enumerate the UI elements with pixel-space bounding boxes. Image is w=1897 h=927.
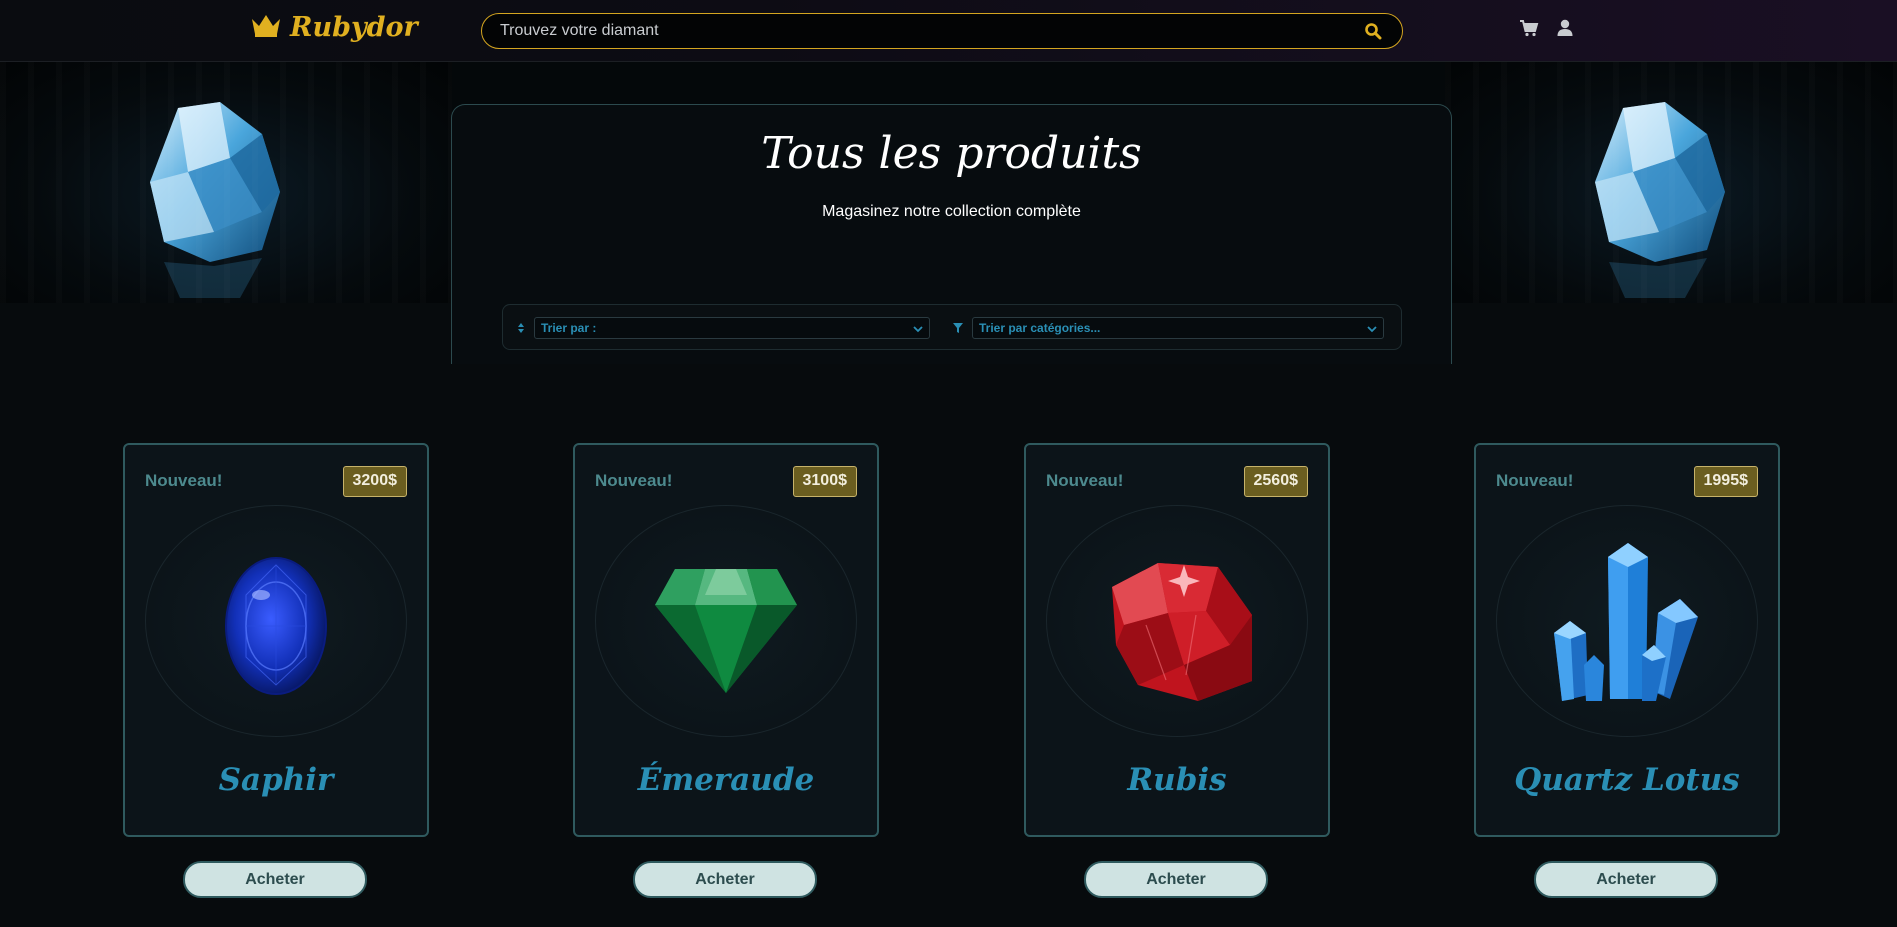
- buy-button[interactable]: Acheter: [633, 861, 817, 898]
- brand-name: Rubydor: [290, 12, 418, 43]
- category-select[interactable]: Trier par catégories...: [972, 317, 1384, 339]
- price-badge: 2560$: [1243, 466, 1308, 497]
- top-header: Rubydor: [0, 0, 1897, 62]
- sort-icon: [515, 321, 527, 333]
- new-badge: Nouveau!: [1496, 471, 1574, 490]
- new-badge: Nouveau!: [145, 471, 223, 490]
- new-badge: Nouveau!: [595, 471, 673, 490]
- quartz-crystal-icon: [1496, 505, 1758, 737]
- product-card[interactable]: Nouveau! 2560$ Rubis: [1024, 443, 1330, 837]
- price-badge: 1995$: [1693, 466, 1758, 497]
- chevron-down-icon: [1367, 323, 1377, 333]
- product-name: Émeraude: [637, 762, 815, 798]
- product-card[interactable]: Nouveau! 1995$ Quartz Lotus: [1474, 443, 1780, 837]
- ruby-gem-icon: [1046, 505, 1308, 737]
- product-name: Quartz Lotus: [1514, 762, 1740, 798]
- product-card[interactable]: Nouveau! 3100$ Émeraude: [573, 443, 879, 837]
- page-subtitle: Magasinez notre collection complète: [822, 203, 1081, 220]
- search-bar: [481, 13, 1403, 49]
- product-name: Rubis: [1127, 762, 1227, 798]
- filter-icon: [952, 321, 964, 333]
- buy-button[interactable]: Acheter: [183, 861, 367, 898]
- price-badge: 3100$: [792, 466, 857, 497]
- cart-icon[interactable]: [1519, 18, 1539, 38]
- emerald-gem-icon: [595, 505, 857, 737]
- sort-select[interactable]: Trier par :: [534, 317, 930, 339]
- buy-button[interactable]: Acheter: [1084, 861, 1268, 898]
- sapphire-gem-icon: [145, 505, 407, 737]
- chevron-down-icon: [913, 323, 923, 333]
- buy-button[interactable]: Acheter: [1534, 861, 1718, 898]
- user-icon[interactable]: [1555, 18, 1575, 38]
- crown-icon: [250, 12, 282, 43]
- price-badge: 3200$: [342, 466, 407, 497]
- new-badge: Nouveau!: [1046, 471, 1124, 490]
- brand-logo[interactable]: Rubydor: [250, 12, 418, 43]
- sort-select-label: Trier par :: [541, 321, 597, 335]
- filter-bar: Trier par : Trier par catégories...: [502, 304, 1402, 350]
- hero-diamond-image-left: [0, 62, 452, 303]
- category-select-label: Trier par catégories...: [979, 321, 1101, 335]
- product-name: Saphir: [218, 762, 334, 798]
- hero-diamond-image-right: [1445, 62, 1897, 303]
- product-card[interactable]: Nouveau! 3200$ Saphir: [123, 443, 429, 837]
- page-title: Tous les produits: [761, 128, 1142, 179]
- search-input[interactable]: [500, 14, 1340, 47]
- search-icon[interactable]: [1364, 22, 1382, 40]
